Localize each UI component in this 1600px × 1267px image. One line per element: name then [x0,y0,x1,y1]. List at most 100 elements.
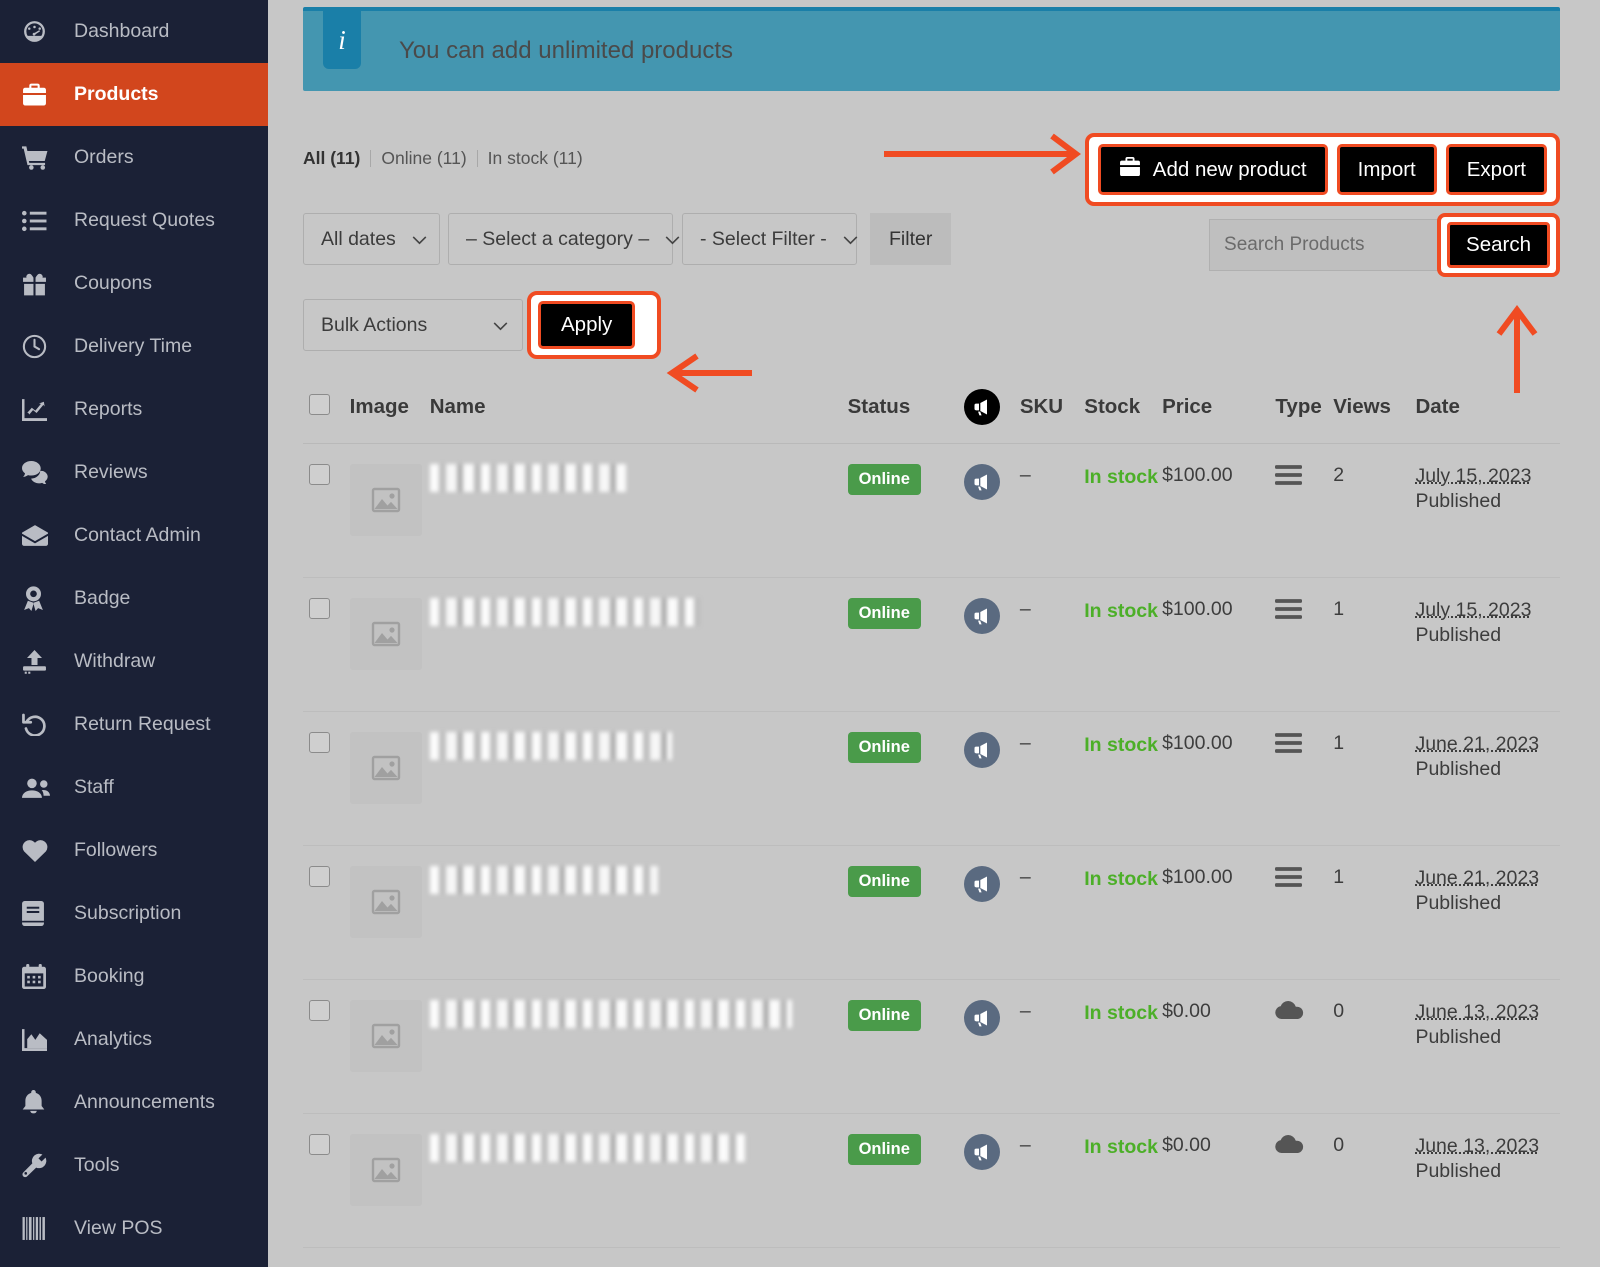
table-row[interactable]: Online – In stock $100.00 1 June 21, 2023 Publ… [303,711,1560,846]
upload-icon [22,649,64,674]
filter-button[interactable]: Filter [870,213,952,265]
row-select-cell [303,979,350,1114]
import-button[interactable]: Import [1336,144,1437,195]
table-row[interactable]: Online – In stock $100.00 1 July 15, 2023 Publ… [303,577,1560,712]
table-row[interactable]: Online – In stock $0.00 0 June 13, 2023 Publis… [303,979,1560,1114]
megaphone-icon[interactable] [964,598,1001,634]
row-checkbox[interactable] [309,866,330,887]
category-filter-select[interactable]: – Select a category – [448,213,680,265]
row-views: 1 [1333,711,1416,846]
sidebar-item-withdraw[interactable]: Withdraw [0,630,268,693]
row-status-cell: Online [847,1113,965,1248]
bars-icon [1275,599,1303,625]
row-price: $100.00 [1162,711,1276,846]
row-megaphone-cell[interactable] [964,1113,1020,1248]
row-megaphone-cell[interactable] [964,845,1020,980]
row-date[interactable]: July 15, 2023 [1415,599,1531,621]
megaphone-icon[interactable] [964,464,1001,500]
column-price[interactable]: Price [1162,371,1276,444]
sidebar-item-orders[interactable]: Orders [0,126,268,189]
column-megaphone[interactable] [964,371,1020,444]
row-checkbox[interactable] [309,464,330,485]
row-date[interactable]: June 13, 2023 [1415,1135,1539,1157]
bell-icon [22,1090,64,1115]
row-image-cell [349,845,430,980]
megaphone-icon[interactable] [964,1134,1001,1170]
table-row[interactable]: Online – In stock $100.00 1 June 21, 2023 Publ… [303,845,1560,980]
row-date[interactable]: June 21, 2023 [1415,867,1539,889]
row-checkbox[interactable] [309,732,330,753]
row-date[interactable]: June 13, 2023 [1415,1001,1539,1023]
tab-in[interactable]: In stock (11) [478,148,593,169]
column-type[interactable]: Type [1275,371,1334,444]
table-row[interactable]: Online – In stock $0.00 0 June 13, 2023 Publis… [303,1113,1560,1248]
sidebar-item-products[interactable]: Products [0,63,286,126]
select-all-checkbox[interactable] [309,393,330,415]
megaphone-icon[interactable] [964,866,1001,902]
tab-online[interactable]: Online (11) [371,148,476,169]
sidebar-item-delivery-time[interactable]: Delivery Time [0,315,268,378]
date-filter-select[interactable]: All dates [303,213,440,265]
row-price: $100.00 [1162,443,1276,578]
row-megaphone-cell[interactable] [964,443,1020,578]
column-date[interactable]: Date [1415,371,1560,444]
row-date[interactable]: July 15, 2023 [1415,465,1531,487]
sidebar-item-subscription[interactable]: Subscription [0,882,268,945]
row-name-cell[interactable] [429,711,848,846]
row-stock-cell: In stock [1084,1113,1163,1248]
sidebar-item-announcements[interactable]: Announcements [0,1071,268,1134]
sidebar-item-staff[interactable]: Staff [0,756,268,819]
megaphone-icon[interactable] [964,732,1001,768]
main-content: i You can add unlimited products All (11… [268,0,1600,1267]
sidebar-item-coupons[interactable]: Coupons [0,252,268,315]
sidebar-item-tools[interactable]: Tools [0,1134,268,1197]
sidebar-item-followers[interactable]: Followers [0,819,268,882]
row-date-status: Published [1415,490,1502,513]
sidebar-item-booking[interactable]: Booking [0,945,268,1008]
sidebar-item-reviews[interactable]: Reviews [0,441,268,504]
megaphone-icon[interactable] [964,1000,1001,1036]
sidebar-item-contact-admin[interactable]: Contact Admin [0,504,268,567]
info-notice: i You can add unlimited products [303,7,1560,91]
row-status-cell: Online [847,979,965,1114]
bulk-actions-row: Bulk Actions Apply [303,291,1560,359]
column-views[interactable]: Views [1333,371,1416,444]
row-checkbox[interactable] [309,1134,330,1155]
sidebar-item-request-quotes[interactable]: Request Quotes [0,189,268,252]
table-row[interactable]: Online – In stock $100.00 2 July 15, 2023 Publ… [303,443,1560,578]
row-name-cell[interactable] [429,443,848,578]
status-badge: Online [847,1134,921,1165]
row-name-cell[interactable] [429,979,848,1114]
table-header-row: Image Name Status SKU Stock Price Type V… [303,371,1560,444]
add-new-product-button[interactable]: Add new product [1097,144,1328,195]
row-date[interactable]: June 21, 2023 [1415,733,1539,755]
sidebar-item-dashboard[interactable]: Dashboard [0,0,268,63]
search-button[interactable]: Search [1447,222,1550,268]
row-megaphone-cell[interactable] [964,711,1020,846]
tab-all[interactable]: All (11) [303,148,370,169]
column-status[interactable]: Status [847,371,965,444]
row-name-cell[interactable] [429,577,848,712]
column-stock[interactable]: Stock [1084,371,1163,444]
sidebar-item-badge[interactable]: Badge [0,567,268,630]
row-megaphone-cell[interactable] [964,577,1020,712]
bulk-actions-select[interactable]: Bulk Actions [303,299,523,351]
search-input[interactable] [1209,219,1442,271]
row-name-cell[interactable] [429,845,848,980]
row-checkbox[interactable] [309,598,330,619]
export-button[interactable]: Export [1445,144,1547,195]
column-name[interactable]: Name [429,371,848,444]
type-filter-select[interactable]: - Select Filter - [682,213,858,265]
column-image[interactable]: Image [349,371,430,444]
status-badge: Online [847,866,921,897]
row-name-cell[interactable] [429,1113,848,1248]
sidebar-item-view-pos[interactable]: View POS [0,1197,268,1260]
sidebar-item-reports[interactable]: Reports [0,378,268,441]
row-select-cell [303,577,350,712]
row-megaphone-cell[interactable] [964,979,1020,1114]
sidebar-item-analytics[interactable]: Analytics [0,1008,268,1071]
sidebar-item-return-request[interactable]: Return Request [0,693,268,756]
apply-button[interactable]: Apply [538,301,636,349]
column-sku[interactable]: SKU [1019,371,1085,444]
row-checkbox[interactable] [309,1000,330,1021]
